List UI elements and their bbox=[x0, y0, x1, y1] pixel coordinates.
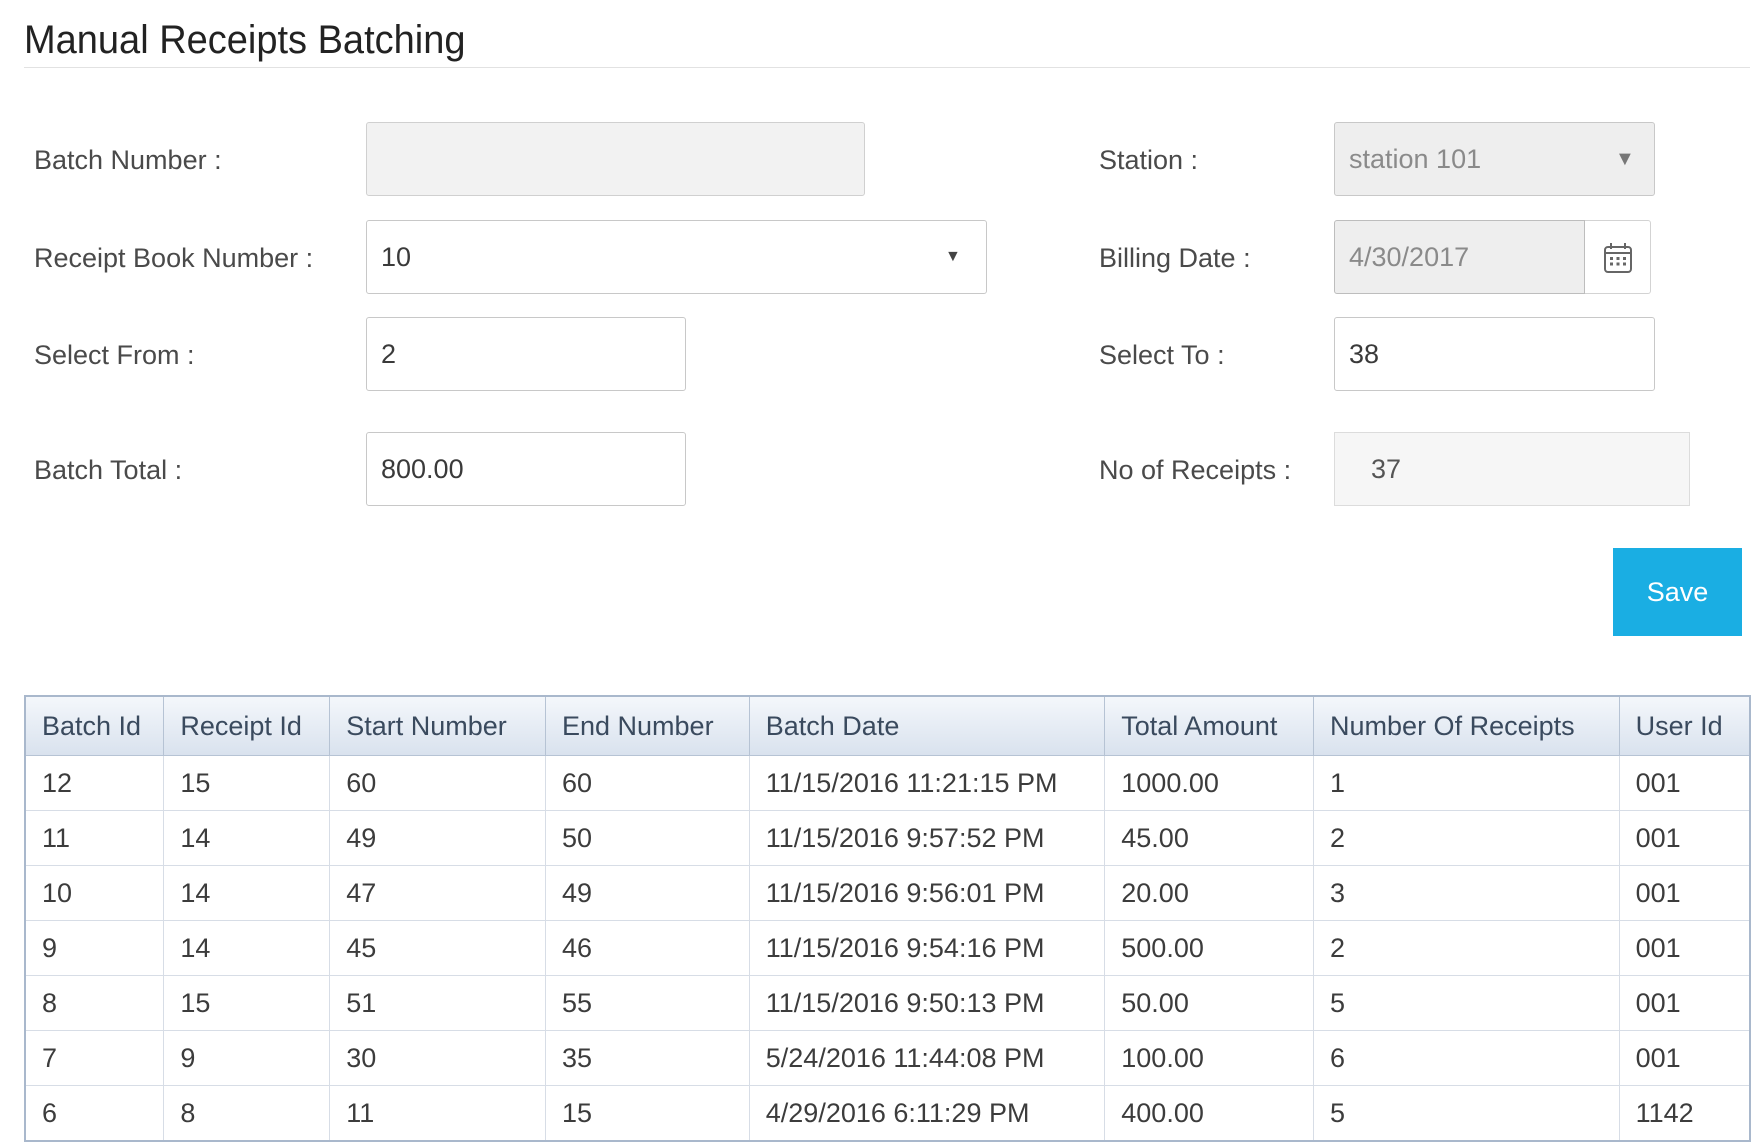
column-header-receipt-id[interactable]: Receipt Id bbox=[163, 695, 331, 756]
table-row[interactable]: 6 8 11 15 4/29/2016 6:11:29 PM 400.00 5 … bbox=[24, 1085, 1751, 1142]
cell-batch-date: 11/15/2016 9:50:13 PM bbox=[748, 975, 1106, 1031]
cell-total-amount: 45.00 bbox=[1104, 810, 1315, 866]
cell-batch-date: 11/15/2016 9:54:16 PM bbox=[748, 920, 1106, 976]
cell-start-number: 49 bbox=[329, 810, 546, 866]
save-button[interactable]: Save bbox=[1613, 548, 1742, 636]
station-select[interactable]: station 101 ▼ bbox=[1334, 122, 1655, 196]
cell-user-id: 1142 bbox=[1618, 1085, 1751, 1142]
column-header-batch-id[interactable]: Batch Id bbox=[24, 695, 165, 756]
cell-number-of-receipts: 2 bbox=[1313, 810, 1620, 866]
cell-batch-date: 11/15/2016 9:56:01 PM bbox=[748, 865, 1106, 921]
cell-receipt-id: 14 bbox=[163, 920, 331, 976]
select-to-label: Select To : bbox=[1099, 340, 1225, 370]
cell-number-of-receipts: 6 bbox=[1313, 1030, 1620, 1086]
batch-total-label: Batch Total : bbox=[34, 455, 183, 485]
cell-start-number: 51 bbox=[329, 975, 546, 1031]
cell-user-id: 001 bbox=[1618, 1030, 1751, 1086]
batches-table: Batch Id Receipt Id Start Number End Num… bbox=[24, 695, 1751, 1142]
cell-receipt-id: 9 bbox=[163, 1030, 331, 1086]
chevron-down-icon: ▼ bbox=[945, 248, 961, 265]
station-label: Station : bbox=[1099, 145, 1199, 175]
table-header-row: Batch Id Receipt Id Start Number End Num… bbox=[24, 695, 1751, 756]
cell-start-number: 45 bbox=[329, 920, 546, 976]
calendar-button[interactable] bbox=[1585, 220, 1651, 294]
cell-number-of-receipts: 1 bbox=[1313, 755, 1620, 811]
cell-number-of-receipts: 3 bbox=[1313, 865, 1620, 921]
select-from-input[interactable]: 2 bbox=[366, 317, 686, 391]
page-title: Manual Receipts Batching bbox=[24, 18, 466, 62]
cell-batch-date: 11/15/2016 9:57:52 PM bbox=[748, 810, 1106, 866]
receipt-book-number-value: 10 bbox=[381, 242, 412, 272]
column-header-number-of-receipts[interactable]: Number Of Receipts bbox=[1313, 695, 1620, 756]
table-row[interactable]: 7 9 30 35 5/24/2016 11:44:08 PM 100.00 6… bbox=[24, 1030, 1751, 1086]
cell-receipt-id: 15 bbox=[163, 755, 331, 811]
cell-end-number: 35 bbox=[544, 1030, 750, 1086]
cell-total-amount: 100.00 bbox=[1104, 1030, 1315, 1086]
batch-total-input[interactable]: 800.00 bbox=[366, 432, 686, 506]
cell-start-number: 47 bbox=[329, 865, 546, 921]
receipt-book-number-select[interactable]: 10 ▼ bbox=[366, 220, 987, 294]
no-of-receipts-field: 37 bbox=[1334, 432, 1690, 506]
cell-batch-date: 11/15/2016 11:21:15 PM bbox=[748, 755, 1106, 811]
batch-number-label: Batch Number : bbox=[34, 145, 222, 175]
table-row[interactable]: 12 15 60 60 11/15/2016 11:21:15 PM 1000.… bbox=[24, 755, 1751, 811]
column-header-end-number[interactable]: End Number bbox=[544, 695, 750, 756]
batch-number-field[interactable] bbox=[366, 122, 865, 196]
select-to-input[interactable]: 38 bbox=[1334, 317, 1655, 391]
table-row[interactable]: 9 14 45 46 11/15/2016 9:54:16 PM 500.00 … bbox=[24, 920, 1751, 976]
cell-end-number: 15 bbox=[544, 1085, 750, 1142]
cell-user-id: 001 bbox=[1618, 755, 1751, 811]
billing-date-field[interactable]: 4/30/2017 bbox=[1334, 220, 1585, 294]
cell-total-amount: 20.00 bbox=[1104, 865, 1315, 921]
cell-end-number: 46 bbox=[544, 920, 750, 976]
select-from-label: Select From : bbox=[34, 340, 195, 370]
cell-user-id: 001 bbox=[1618, 865, 1751, 921]
cell-number-of-receipts: 5 bbox=[1313, 975, 1620, 1031]
cell-batch-date: 4/29/2016 6:11:29 PM bbox=[748, 1085, 1106, 1142]
station-value: station 101 bbox=[1349, 144, 1482, 174]
cell-receipt-id: 15 bbox=[163, 975, 331, 1031]
cell-start-number: 11 bbox=[329, 1085, 546, 1142]
cell-user-id: 001 bbox=[1618, 975, 1751, 1031]
cell-batch-id: 9 bbox=[24, 920, 165, 976]
table-row[interactable]: 11 14 49 50 11/15/2016 9:57:52 PM 45.00 … bbox=[24, 810, 1751, 866]
chevron-down-icon: ▼ bbox=[1615, 148, 1635, 170]
cell-batch-date: 5/24/2016 11:44:08 PM bbox=[748, 1030, 1106, 1086]
cell-batch-id: 6 bbox=[24, 1085, 165, 1142]
cell-batch-id: 11 bbox=[24, 810, 165, 866]
cell-start-number: 30 bbox=[329, 1030, 546, 1086]
cell-batch-id: 7 bbox=[24, 1030, 165, 1086]
cell-receipt-id: 8 bbox=[163, 1085, 331, 1142]
cell-end-number: 49 bbox=[544, 865, 750, 921]
receipt-book-number-label: Receipt Book Number : bbox=[34, 243, 314, 273]
cell-receipt-id: 14 bbox=[163, 865, 331, 921]
column-header-batch-date[interactable]: Batch Date bbox=[748, 695, 1106, 756]
column-header-total-amount[interactable]: Total Amount bbox=[1104, 695, 1315, 756]
cell-end-number: 55 bbox=[544, 975, 750, 1031]
cell-total-amount: 1000.00 bbox=[1104, 755, 1315, 811]
cell-number-of-receipts: 5 bbox=[1313, 1085, 1620, 1142]
billing-date-label: Billing Date : bbox=[1099, 243, 1251, 273]
cell-number-of-receipts: 2 bbox=[1313, 920, 1620, 976]
table-row[interactable]: 8 15 51 55 11/15/2016 9:50:13 PM 50.00 5… bbox=[24, 975, 1751, 1031]
cell-total-amount: 50.00 bbox=[1104, 975, 1315, 1031]
cell-end-number: 60 bbox=[544, 755, 750, 811]
cell-end-number: 50 bbox=[544, 810, 750, 866]
cell-start-number: 60 bbox=[329, 755, 546, 811]
cell-total-amount: 500.00 bbox=[1104, 920, 1315, 976]
cell-total-amount: 400.00 bbox=[1104, 1085, 1315, 1142]
column-header-start-number[interactable]: Start Number bbox=[329, 695, 546, 756]
cell-receipt-id: 14 bbox=[163, 810, 331, 866]
cell-user-id: 001 bbox=[1618, 920, 1751, 976]
column-header-user-id[interactable]: User Id bbox=[1618, 695, 1751, 756]
table-row[interactable]: 10 14 47 49 11/15/2016 9:56:01 PM 20.00 … bbox=[24, 865, 1751, 921]
title-divider bbox=[24, 67, 1750, 68]
cell-batch-id: 10 bbox=[24, 865, 165, 921]
calendar-icon bbox=[1604, 243, 1632, 273]
cell-batch-id: 8 bbox=[24, 975, 165, 1031]
cell-user-id: 001 bbox=[1618, 810, 1751, 866]
no-of-receipts-label: No of Receipts : bbox=[1099, 455, 1292, 485]
cell-batch-id: 12 bbox=[24, 755, 165, 811]
